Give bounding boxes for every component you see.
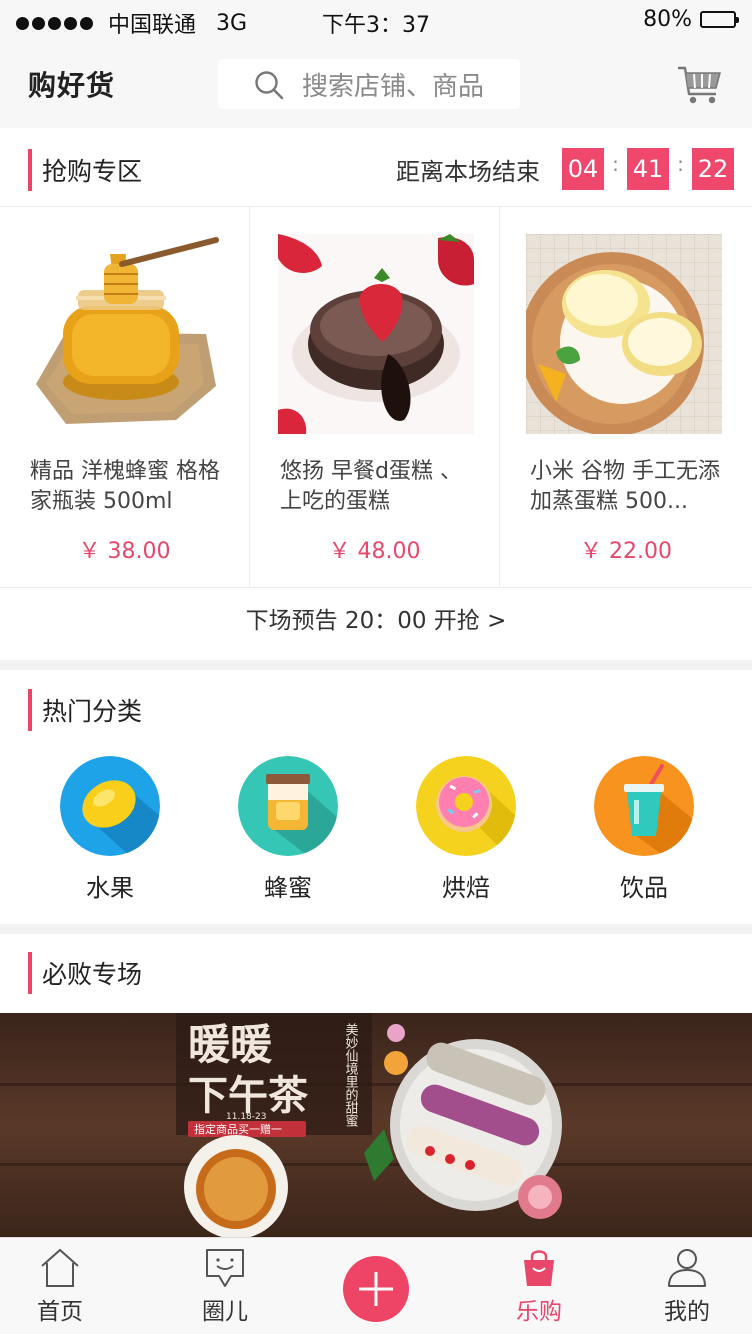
product-image-lava-cake [278,234,474,434]
tab-label: 乐购 [516,1299,562,1325]
categories-title: 热门分类 [28,689,142,731]
category-honey[interactable]: 蜂蜜 [228,756,348,903]
banner-side-text: 美妙仙境里的甜蜜 [343,1023,359,1127]
user-icon [668,1249,706,1287]
product-list: 精品 洋槐蜂蜜 格格家瓶装 500ml ￥ 38.00 悠扬 早餐d蛋糕 、上吃… [0,206,752,588]
product-price: ￥ 38.00 [78,539,171,564]
product-name: 悠扬 早餐d蛋糕 、上吃的蛋糕 [280,459,462,514]
product-image-swiss-roll [526,234,722,434]
product-price: ￥ 22.00 [580,539,672,564]
banner-art: 暖暖 下午茶 11.18-23 指定商品买一赠一 美妙仙境里的甜蜜 [0,1013,752,1237]
countdown-minutes: 41 [627,148,669,190]
banner-date: 11.18-23 [226,1112,266,1122]
tab-label: 我的 [664,1299,710,1325]
section-accent-bar [28,952,32,994]
countdown-seconds: 22 [692,148,734,190]
countdown-separator: : [677,152,684,176]
category-label: 蜂蜜 [264,874,312,902]
status-right: 80% [643,7,739,32]
product-card[interactable]: 小米 谷物 手工无添加蒸蛋糕 500... ￥ 22.00 [500,207,752,587]
next-session-link[interactable]: 下场预告 20：00 开抢 > [0,588,752,648]
tab-circle[interactable]: 圈儿 [170,1238,280,1334]
search-input[interactable]: 搜索店铺、商品 [218,59,520,109]
shopping-bag-icon [524,1250,554,1286]
categories-section: 热门分类 水果 蜂蜜 烘焙 饮品 [0,670,752,924]
section-accent-bar [28,149,32,191]
category-fruit[interactable]: 水果 [50,756,170,903]
honey-jar-icon [238,756,338,856]
categories-title-text: 热门分类 [42,697,143,726]
product-card[interactable]: 悠扬 早餐d蛋糕 、上吃的蛋糕 ￥ 48.00 [250,207,500,587]
app-header: 购好货 搜索店铺、商品 [0,40,752,128]
countdown-label: 距离本场结束 [396,157,540,186]
tab-profile[interactable]: 我的 [632,1238,742,1334]
clock: 下午3：37 [322,13,430,38]
product-name: 精品 洋槐蜂蜜 格格家瓶装 500ml [30,459,220,514]
bottom-tab-bar: 首页 圈儿 乐购 我的 [0,1237,752,1334]
cart-icon[interactable] [676,64,724,106]
search-icon [255,71,284,100]
must-buy-title: 必败专场 [28,952,142,994]
app-title: 购好货 [28,69,116,102]
home-icon [41,1248,79,1287]
category-drinks[interactable]: 饮品 [584,756,704,903]
product-card[interactable]: 精品 洋槐蜂蜜 格格家瓶装 500ml ￥ 38.00 [0,207,250,587]
donut-icon [416,756,516,856]
tab-label: 首页 [37,1299,83,1325]
must-buy-title-text: 必败专场 [42,960,143,989]
category-label: 烘焙 [442,874,490,902]
countdown: 距离本场结束 04 : 41 : 22 [396,148,734,190]
product-image-honey [26,234,222,434]
banner-headline-1: 暖暖 [188,1020,273,1069]
banner-promo: 指定商品买一赠一 [194,1122,282,1136]
battery-icon [700,11,739,28]
status-bar: 中国联通 3G 下午3：37 80% [0,0,752,40]
must-buy-section: 必败专场 [0,934,752,1013]
tab-shopping[interactable]: 乐购 [484,1238,594,1334]
countdown-hours: 04 [562,148,604,190]
tab-label: 圈儿 [202,1299,248,1325]
category-label: 饮品 [620,874,668,902]
flash-sale-section: 抢购专区 距离本场结束 04 : 41 : 22 精品 洋槐蜂蜜 格格家瓶装 5… [0,128,752,660]
afternoon-tea-banner[interactable]: 暖暖 下午茶 11.18-23 指定商品买一赠一 美妙仙境里的甜蜜 [0,1013,752,1237]
drink-cup-icon [594,756,694,856]
lemon-icon [60,756,160,856]
product-name: 小米 谷物 手工无添加蒸蛋糕 500... [530,459,720,514]
chat-icon [206,1249,244,1287]
product-price: ￥ 48.00 [328,539,421,564]
search-placeholder: 搜索店铺、商品 [302,71,485,102]
battery-percent: 80% [643,7,692,32]
flash-sale-title: 抢购专区 [28,149,142,191]
tab-home[interactable]: 首页 [5,1238,115,1334]
category-bakery[interactable]: 烘焙 [406,756,526,903]
flash-sale-title-text: 抢购专区 [42,157,143,186]
category-label: 水果 [86,874,134,902]
section-accent-bar [28,689,32,731]
plus-icon[interactable] [343,1256,409,1322]
countdown-separator: : [612,152,619,176]
